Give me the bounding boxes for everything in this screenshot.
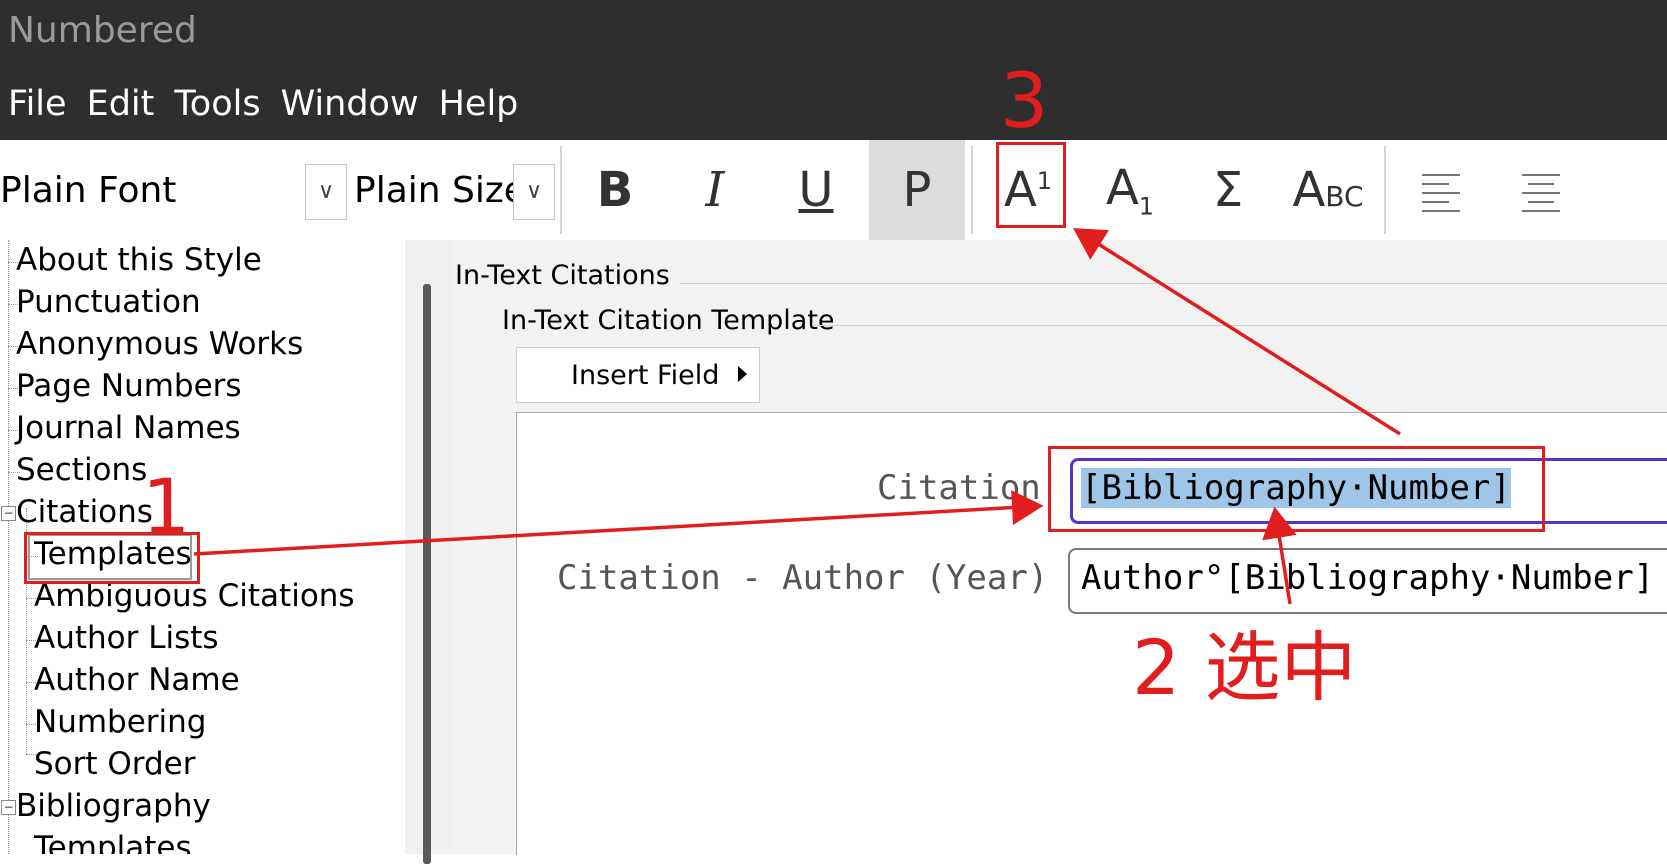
align-center-icon[interactable] <box>1522 174 1560 219</box>
tree-item-sections[interactable]: Sections <box>16 452 147 488</box>
annotation-box-templates <box>24 532 200 584</box>
menu-file[interactable]: File <box>8 84 67 124</box>
annotation-step-2: 2 选中 <box>1132 623 1357 712</box>
tree-item-sort-order[interactable]: Sort Order <box>34 746 196 782</box>
menu-window[interactable]: Window <box>281 84 419 124</box>
size-select[interactable]: Plain Size <box>354 170 526 211</box>
annotation-step-3: 3 <box>1000 56 1049 145</box>
tree-item-author-lists[interactable]: Author Lists <box>34 620 219 656</box>
plain-icon: P <box>902 162 932 218</box>
group-title: In-Text Citations <box>455 260 670 291</box>
toolbar-separator <box>971 146 973 234</box>
tree-item-page-numbers[interactable]: Page Numbers <box>16 368 242 404</box>
tree-item-citations[interactable]: Citations <box>16 494 153 530</box>
tree-item-author-name[interactable]: Author Name <box>34 662 240 698</box>
scrollbar-thumb[interactable] <box>423 284 431 864</box>
menu-edit[interactable]: Edit <box>87 84 155 124</box>
plain-button[interactable]: P <box>869 140 965 240</box>
citation-label: Citation <box>877 468 1041 508</box>
window-title: Numbered <box>8 10 197 51</box>
font-select[interactable]: Plain Font <box>0 170 176 211</box>
italic-icon: I <box>705 162 725 218</box>
symbol-icon: Σ <box>1212 162 1244 218</box>
bold-icon: B <box>596 162 634 218</box>
insert-field-label: Insert Field <box>571 359 720 391</box>
chevron-down-icon: ∨ <box>317 179 335 204</box>
underline-button[interactable]: U <box>768 140 864 240</box>
tree-connector <box>8 240 9 854</box>
bold-button[interactable]: B <box>567 140 663 240</box>
tree-item-punctuation[interactable]: Punctuation <box>16 284 201 320</box>
insert-field-button[interactable]: Insert Field <box>516 347 760 403</box>
subgroup-title: In-Text Citation Template <box>502 305 835 336</box>
small-caps-icon: ABC <box>1292 162 1364 218</box>
collapse-icon[interactable]: − <box>1 800 16 815</box>
collapse-icon[interactable]: − <box>1 506 16 521</box>
size-dropdown-button[interactable]: ∨ <box>513 164 555 220</box>
chevron-down-icon: ∨ <box>525 179 543 204</box>
symbol-button[interactable]: Σ <box>1180 140 1276 240</box>
toolbar-separator <box>560 146 562 234</box>
tree-item-numbering[interactable]: Numbering <box>34 704 206 740</box>
tree-item-bibliography-templates[interactable]: Templates <box>34 830 192 854</box>
font-dropdown-button[interactable]: ∨ <box>305 164 347 220</box>
tree-scrollbar[interactable] <box>405 240 451 864</box>
small-caps-button[interactable]: ABC <box>1280 140 1376 240</box>
tree-item-bibliography[interactable]: Bibliography <box>16 788 211 824</box>
tree-item-journal-names[interactable]: Journal Names <box>16 410 241 446</box>
menu-bar: File Edit Tools Window Help <box>8 84 518 124</box>
title-bar: Numbered File Edit Tools Window Help <box>0 0 1667 140</box>
underline-icon: U <box>798 162 834 218</box>
tree-item-anonymous-works[interactable]: Anonymous Works <box>16 326 303 362</box>
toolbar-separator <box>1384 146 1386 234</box>
menu-tools[interactable]: Tools <box>174 84 260 124</box>
caret-right-icon <box>738 366 747 382</box>
group-divider <box>812 325 1667 326</box>
subscript-button[interactable]: A1 <box>1082 140 1178 240</box>
annotation-box-citation <box>1048 446 1545 532</box>
annotation-box-superscript <box>996 142 1066 228</box>
citation-author-year-label: Citation - Author (Year) <box>557 558 1049 598</box>
menu-help[interactable]: Help <box>439 84 519 124</box>
tree-item-about[interactable]: About this Style <box>16 242 262 278</box>
align-left-icon[interactable] <box>1422 174 1460 219</box>
group-divider <box>680 283 1667 284</box>
italic-button[interactable]: I <box>667 140 763 240</box>
format-toolbar: Plain Font ∨ Plain Size ∨ B I U P A1 A1 … <box>0 140 1667 242</box>
subscript-icon: A1 <box>1105 159 1155 221</box>
citation-author-year-value: Author°[Bibliography·Number] <box>1081 558 1655 598</box>
